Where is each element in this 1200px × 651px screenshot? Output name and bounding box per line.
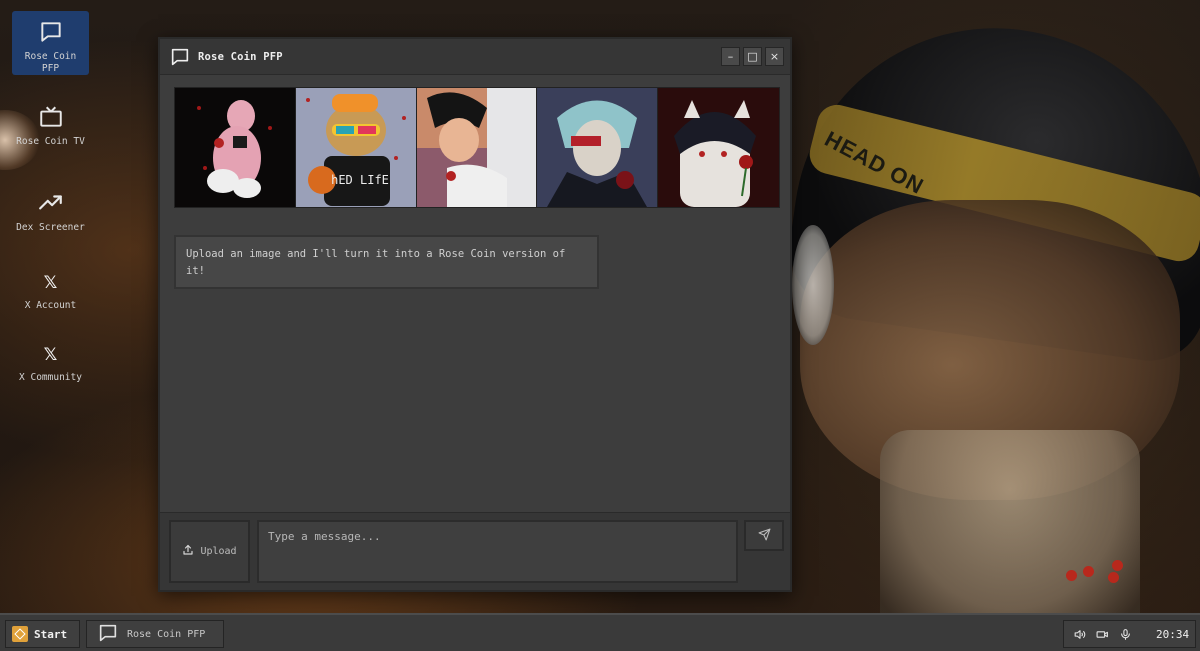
chat-area: hED LIfE Upload an image and I'll turn i… xyxy=(160,75,790,512)
chat-icon xyxy=(168,45,192,69)
minimize-button[interactable]: – xyxy=(721,47,740,66)
taskbar-item-label: Rose Coin PFP xyxy=(127,628,206,640)
trending-up-icon xyxy=(36,188,66,218)
wallpaper-rose xyxy=(1083,566,1094,577)
desktop-icon-x-community[interactable]: 𝕏 X Community xyxy=(12,340,89,384)
system-tray: 20:34 xyxy=(1063,620,1196,648)
message-composer: Upload xyxy=(160,512,790,590)
tv-icon xyxy=(36,102,66,132)
wallpaper-rose xyxy=(1112,560,1123,571)
maximize-button[interactable]: □ xyxy=(743,47,762,66)
message-input[interactable] xyxy=(257,520,738,583)
taskbar: Start Rose Coin PFP 20:34 xyxy=(0,613,1200,651)
send-icon xyxy=(758,526,771,545)
upload-button[interactable]: Upload xyxy=(169,520,250,583)
wallpaper-figure-eye xyxy=(792,225,834,345)
bear-shirt-text: hED LIfE xyxy=(331,173,389,187)
chat-icon xyxy=(97,622,119,647)
desktop-icon-dex-screener[interactable]: Dex Screener xyxy=(12,184,89,248)
start-label: Start xyxy=(34,627,68,641)
send-button[interactable] xyxy=(744,520,784,551)
desktop-icon-label: Rose Coin PFP xyxy=(24,51,77,74)
camera-icon[interactable] xyxy=(1094,626,1110,642)
rose-coin-pfp-window: Rose Coin PFP – □ × hED LIfE Upload an i… xyxy=(158,37,792,592)
wallpaper-rose xyxy=(1066,570,1077,581)
wallpaper-rose xyxy=(1108,572,1119,583)
taskbar-clock: 20:34 xyxy=(1156,627,1190,641)
desktop-icon-x-account[interactable]: 𝕏 X Account xyxy=(12,268,89,312)
microphone-icon[interactable] xyxy=(1117,626,1133,642)
window-titlebar[interactable]: Rose Coin PFP – □ × xyxy=(160,39,790,75)
desktop-icon-rose-coin-tv[interactable]: Rose Coin TV xyxy=(12,96,89,160)
desktop-icon-label: Rose Coin TV xyxy=(16,136,85,147)
assistant-message: Upload an image and I'll turn it into a … xyxy=(174,235,599,289)
desktop-icon-rose-coin-pfp[interactable]: Rose Coin PFP xyxy=(12,11,89,75)
pfp-image-pink-character xyxy=(175,88,296,207)
volume-icon[interactable] xyxy=(1071,626,1087,642)
close-button[interactable]: × xyxy=(765,47,784,66)
x-logo-icon: 𝕏 xyxy=(43,345,58,365)
start-logo-icon xyxy=(12,626,28,642)
upload-icon xyxy=(182,544,194,559)
desktop-icon-label: X Community xyxy=(19,372,82,383)
taskbar-item-rose-coin-pfp[interactable]: Rose Coin PFP xyxy=(86,620,224,648)
pfp-image-pale-villain xyxy=(537,88,659,207)
pfp-gallery: hED LIfE xyxy=(174,87,780,208)
wallpaper-figure-body xyxy=(880,430,1140,630)
pfp-image-bear-basketball: hED LIfE xyxy=(295,88,417,207)
window-title: Rose Coin PFP xyxy=(198,50,283,63)
chat-icon xyxy=(36,17,66,47)
start-button[interactable]: Start xyxy=(5,620,80,648)
pfp-image-dark-cat xyxy=(658,88,779,207)
desktop-icon-label: X Account xyxy=(24,300,77,311)
pfp-image-anime-boy xyxy=(416,88,538,207)
x-logo-icon: 𝕏 xyxy=(43,273,58,293)
upload-label: Upload xyxy=(200,546,237,557)
desktop-icon-label: Dex Screener xyxy=(16,222,85,233)
